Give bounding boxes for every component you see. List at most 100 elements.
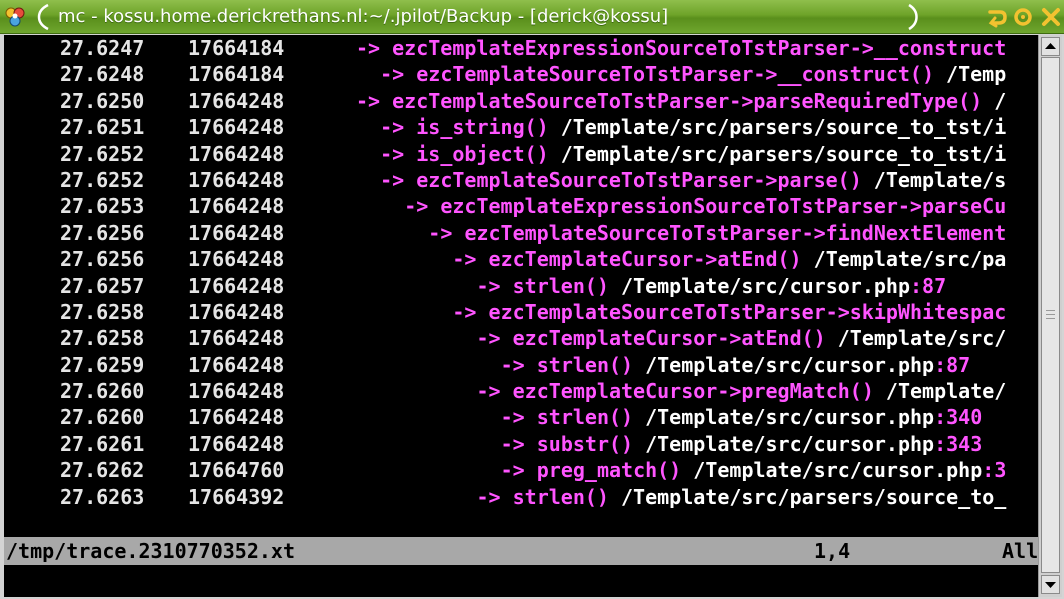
- trace-arrow: ->: [428, 220, 453, 245]
- scroll-thumb[interactable]: [1041, 57, 1060, 573]
- trace-line: 27.6256 17664248 -> ezcTemplateSourceToTst…: [4, 220, 1038, 246]
- trace-path: /Template/src/cursor.php: [681, 458, 983, 483]
- trace-time: 27.6256: [60, 220, 145, 245]
- trace-colon: :: [982, 458, 995, 483]
- trace-call: -> ezcTemplateSourceToTstParser->parse()…: [380, 167, 1006, 193]
- trace-line: 27.6263 17664392 -> strlen() /Template/src…: [4, 484, 1038, 510]
- trace-time: 27.6250: [60, 88, 145, 113]
- trace-memory: 17664392: [188, 484, 285, 509]
- swoosh-decoration-icon: [908, 3, 918, 31]
- trace-arrow: ->: [476, 484, 501, 509]
- trace-arrow: ->: [452, 299, 477, 324]
- trace-line-number: 87: [922, 273, 947, 298]
- trace-memory: 17664248: [188, 247, 285, 272]
- trace-call: -> ezcTemplateCursor->atEnd() /Template/…: [452, 246, 1006, 272]
- terminal-output[interactable]: 27.6247 17664184 -> ezcTemplateExpressionS…: [4, 35, 1038, 597]
- trace-memory: 17664248: [188, 220, 285, 245]
- trace-function: ezcTemplateSourceToTstParser->parse(): [416, 167, 862, 192]
- trace-arrow: ->: [404, 194, 429, 219]
- trace-call: -> ezcTemplateSourceToTstParser->__const…: [380, 61, 1006, 87]
- trace-path: /Template/src/cursor.php: [633, 352, 935, 377]
- trace-time: 27.6251: [60, 115, 145, 140]
- trace-time: 27.6258: [60, 326, 145, 351]
- trace-path: /: [982, 88, 1007, 113]
- trace-line: 27.6260 17664248 -> ezcTemplateCursor->pre…: [4, 378, 1038, 404]
- trace-time: 27.6252: [60, 141, 145, 166]
- trace-arrow: ->: [476, 379, 501, 404]
- trace-path: /Template/src/parsers/source_to_tst/i: [548, 115, 1007, 140]
- trace-line: 27.6257 17664248 -> strlen() /Template/src…: [4, 273, 1038, 299]
- scroll-up-button[interactable]: [1041, 37, 1060, 56]
- trace-line: 27.6256 17664248 -> ezcTemplateCursor->atE…: [4, 246, 1038, 272]
- trace-memory: 17664248: [188, 405, 285, 430]
- trace-function: preg_match(): [536, 458, 682, 483]
- trace-arrow: ->: [476, 273, 501, 298]
- trace-function: ezcTemplateSourceToTstParser->parseRequi…: [392, 88, 983, 113]
- trace-path: /Template/src/cursor.php: [633, 431, 935, 456]
- trace-line: 27.6259 17664248 -> strlen() /Template/src…: [4, 352, 1038, 378]
- trace-memory: 17664184: [188, 36, 285, 60]
- trace-line-number: 340: [946, 405, 983, 430]
- trace-function: strlen(): [536, 352, 634, 377]
- trace-line: 27.6253 17664248 -> ezcTemplateExpressionS…: [4, 193, 1038, 219]
- close-icon[interactable]: [1040, 6, 1062, 28]
- trace-line: 27.6248 17664184 -> ezcTemplateSourceToTst…: [4, 61, 1038, 87]
- trace-arrow: ->: [476, 326, 501, 351]
- trace-call: -> preg_match() /Template/src/cursor.php…: [501, 457, 1007, 483]
- trace-function: strlen(): [512, 484, 609, 509]
- trace-call: -> is_object() /Template/src/parsers/sou…: [380, 141, 1006, 167]
- trace-line: 27.6261 17664248 -> substr() /Template/src…: [4, 431, 1038, 457]
- trace-call: -> ezcTemplateSourceToTstParser->skipWhi…: [452, 299, 1006, 325]
- status-scroll-indicator: All: [1002, 539, 1038, 563]
- trace-time: 27.6248: [60, 62, 145, 87]
- trace-arrow: ->: [380, 141, 405, 166]
- trace-path: /Template/s: [861, 167, 1007, 192]
- maximize-icon[interactable]: [1012, 6, 1034, 28]
- trace-call: -> ezcTemplateExpressionSourceToTstParse…: [404, 193, 1006, 219]
- trace-path: /Template/src/cursor.php: [633, 405, 935, 430]
- trace-memory: 17664248: [188, 88, 285, 113]
- trace-function: ezcTemplateCursor->atEnd(): [488, 247, 802, 272]
- vertical-scrollbar[interactable]: [1038, 35, 1062, 597]
- trace-path: /Template/src/parsers/source_to_tst/i: [548, 141, 1007, 166]
- trace-function: ezcTemplateExpressionSourceToTstParser->…: [392, 36, 1007, 60]
- status-filename: /tmp/trace.2310770352.xt: [6, 539, 295, 563]
- trace-time: 27.6258: [60, 299, 145, 324]
- trace-memory: 17664248: [188, 273, 285, 298]
- title-bar[interactable]: mc - kossu.home.derickrethans.nl:~/.jpil…: [0, 0, 1064, 34]
- trace-function: ezcTemplateExpressionSourceToTstParser->…: [440, 194, 1007, 219]
- trace-line: 27.6258 17664248 -> ezcTemplateCursor->atE…: [4, 325, 1038, 351]
- trace-path: /Temp: [934, 62, 1007, 87]
- trace-arrow: ->: [500, 458, 525, 483]
- trace-memory: 17664760: [188, 458, 285, 483]
- trace-path: /Template/src/: [825, 326, 1007, 351]
- trace-line: 27.6251 17664248 -> is_string() /Template/…: [4, 114, 1038, 140]
- app-icon[interactable]: [4, 6, 26, 28]
- trace-call: -> ezcTemplateCursor->pregMatch() /Templ…: [477, 378, 1007, 404]
- trace-arrow: ->: [380, 167, 405, 192]
- terminal-window: mc - kossu.home.derickrethans.nl:~/.jpil…: [0, 0, 1064, 599]
- trace-function: ezcTemplateCursor->pregMatch(): [512, 379, 874, 404]
- trace-colon: :: [910, 273, 923, 298]
- trace-function: ezcTemplateSourceToTstParser->skipWhites…: [488, 299, 1007, 324]
- trace-path: /Template/src/parsers/source_to_: [608, 484, 1007, 509]
- trace-path: /Template/src/pa: [801, 247, 1007, 272]
- trace-line-number: 3: [994, 458, 1007, 483]
- trace-line: 27.6250 17664248 -> ezcTemplateSourceToTst…: [4, 88, 1038, 114]
- trace-time: 27.6260: [60, 379, 145, 404]
- trace-time: 27.6256: [60, 247, 145, 272]
- trace-line: 27.6247 17664184 -> ezcTemplateExpressionS…: [4, 35, 1038, 61]
- trace-time: 27.6261: [60, 431, 145, 456]
- trace-function: ezcTemplateCursor->atEnd(): [512, 326, 826, 351]
- trace-memory: 17664248: [188, 299, 285, 324]
- trace-time: 27.6263: [60, 484, 145, 509]
- trace-call: -> ezcTemplateExpressionSourceToTstParse…: [356, 35, 1006, 61]
- scroll-down-button[interactable]: [1041, 575, 1060, 594]
- trace-time: 27.6252: [60, 167, 145, 192]
- trace-time: 27.6257: [60, 273, 145, 298]
- trace-call: -> ezcTemplateSourceToTstParser->findNex…: [428, 220, 1006, 246]
- trace-call: -> ezcTemplateCursor->atEnd() /Template/…: [477, 325, 1007, 351]
- shade-icon[interactable]: [986, 6, 1008, 28]
- trace-function: substr(): [536, 431, 634, 456]
- trace-arrow: ->: [380, 62, 405, 87]
